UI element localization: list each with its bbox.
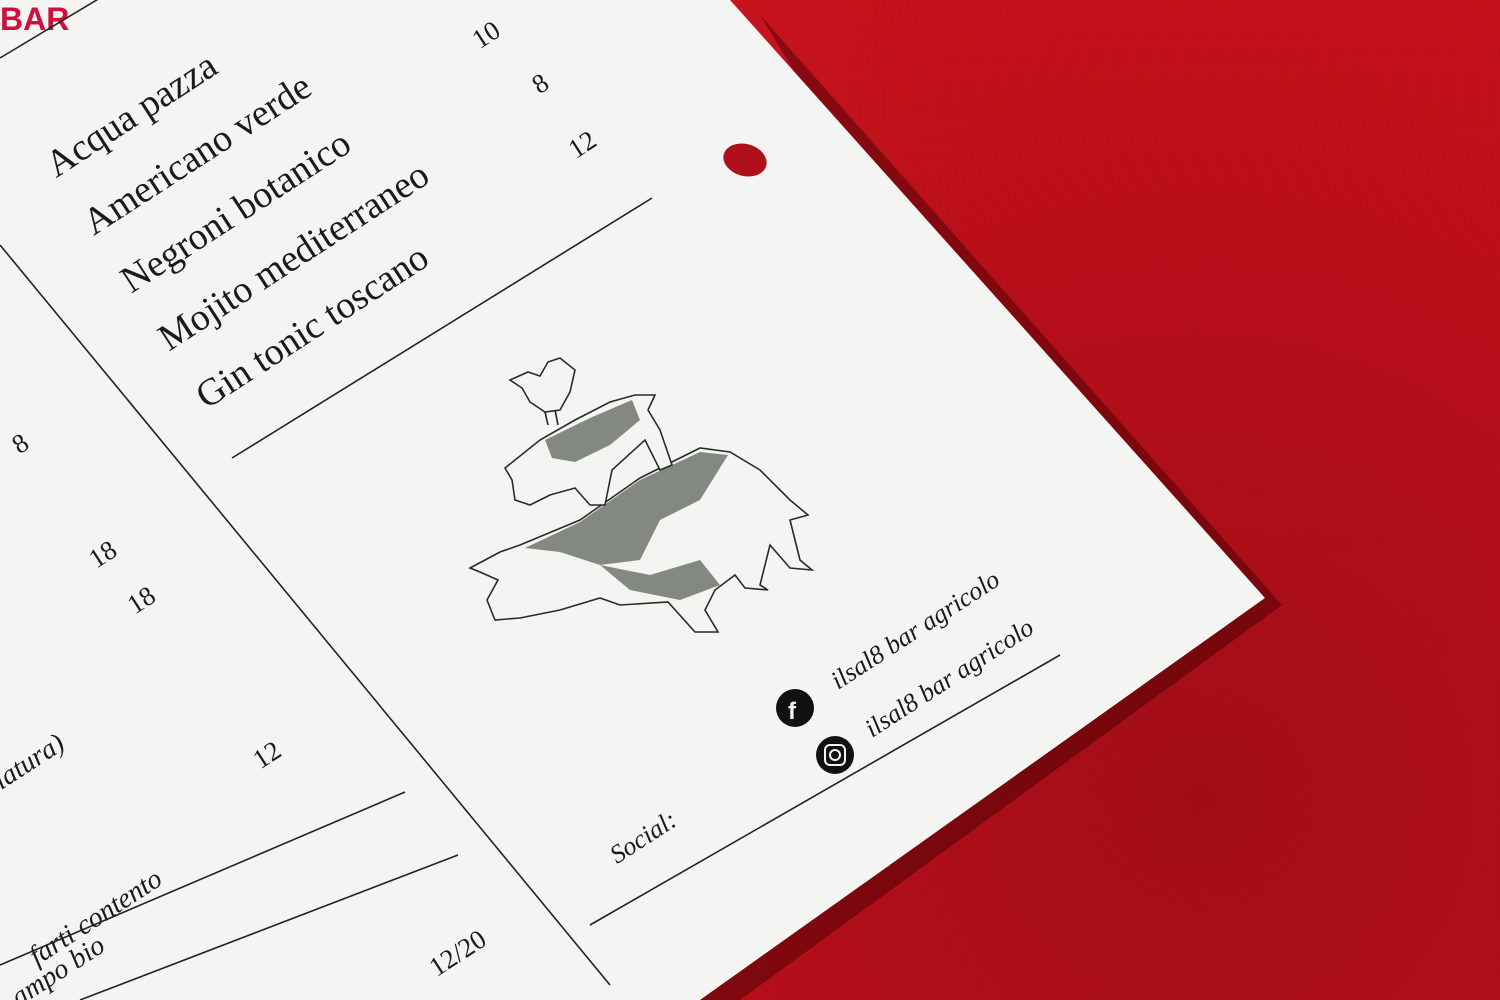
section-title: BAR <box>0 1 69 37</box>
instagram-icon <box>816 736 854 774</box>
menu-card-photo: BAR Acqua pazza Americano verde Negroni … <box>0 0 1282 1000</box>
svg-text:f: f <box>788 698 797 725</box>
